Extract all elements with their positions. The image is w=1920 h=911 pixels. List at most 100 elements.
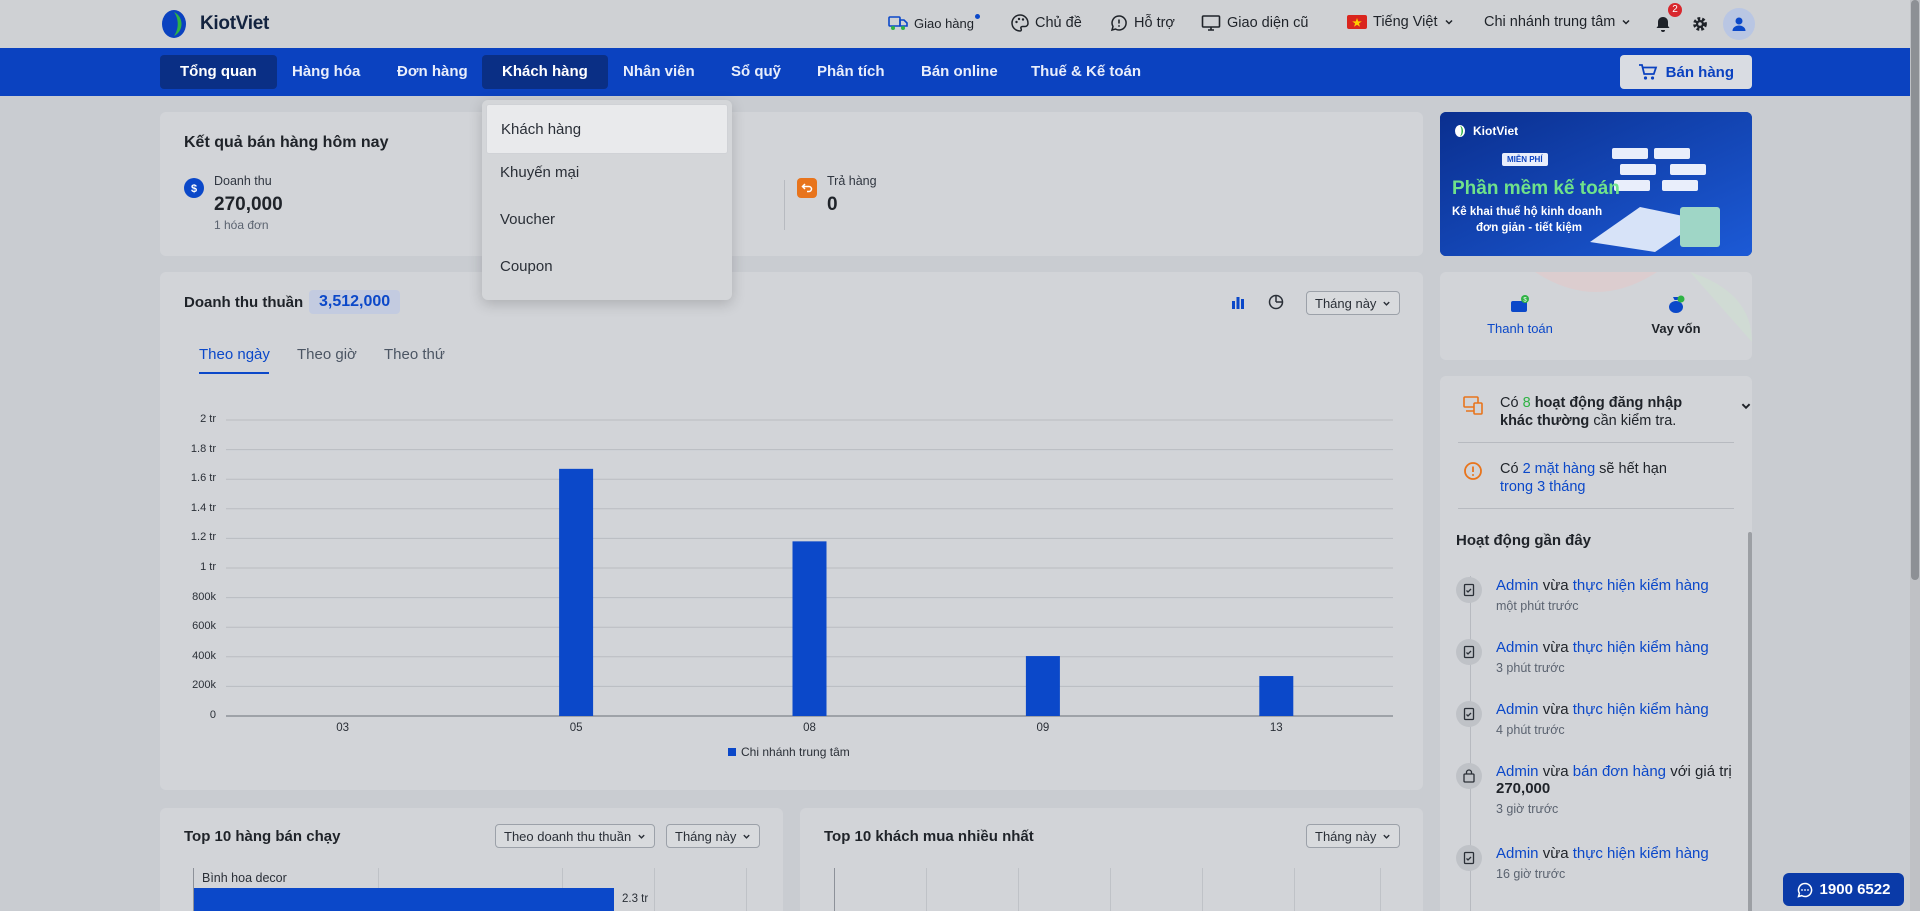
nav-staff[interactable]: Nhân viên [603, 55, 715, 89]
activity-action[interactable]: thực hiện kiểm hàng [1573, 639, 1709, 656]
revenue-invoice-count: 1 hóa đơn [214, 218, 269, 232]
net-revenue-card: Doanh thu thuần 3,512,000 Tháng này Theo… [160, 272, 1423, 790]
cart-icon [1638, 64, 1657, 80]
activity-user[interactable]: Admin [1496, 763, 1539, 780]
page-scrollbar-thumb[interactable] [1911, 0, 1919, 580]
kiotviet-logo-icon [160, 9, 194, 39]
activity-card: Có 8 hoạt động đăng nhập khác thường cần… [1440, 376, 1752, 911]
nav-overview[interactable]: Tổng quan [160, 55, 277, 89]
activity-verb: vừa [1542, 763, 1569, 780]
payment-action[interactable]: $ Thanh toán [1480, 294, 1560, 336]
bar-08[interactable] [792, 541, 827, 716]
activity-user[interactable]: Admin [1496, 845, 1539, 862]
bar-13[interactable] [1259, 676, 1294, 716]
sell-button[interactable]: Bán hàng [1619, 55, 1752, 89]
expiry-alert-text: Có 2 mặt hàng sẽ hết hạn trong 3 tháng [1500, 460, 1730, 496]
nav-tax-accounting[interactable]: Thuế & Kế toán [1011, 55, 1161, 89]
language-label: Tiếng Việt [1373, 14, 1438, 30]
grid-line [1110, 868, 1111, 911]
support-label: Hỗ trợ [1134, 15, 1175, 31]
nav-analytics[interactable]: Phân tích [797, 55, 905, 89]
notification-button[interactable]: 2 [1647, 3, 1682, 40]
activity-action[interactable]: bán đơn hàng [1573, 763, 1666, 780]
palette-icon [1011, 14, 1029, 32]
expiry-period-link[interactable]: trong 3 tháng [1500, 479, 1585, 495]
grid-line [1294, 868, 1295, 911]
new-dot [975, 13, 980, 19]
y-tick-label: 1.8 tr [190, 442, 216, 455]
brand-logo[interactable]: KiotViet [160, 9, 269, 39]
money-bag-icon [1669, 295, 1685, 313]
activity-action[interactable]: thực hiện kiểm hàng [1573, 577, 1709, 594]
menu-item-customers[interactable]: Khách hàng [486, 104, 728, 154]
activity-item[interactable]: Admin vừa thực hiện kiểm hàng 3 phút trướ… [1456, 639, 1736, 675]
bar-09[interactable] [1025, 656, 1060, 716]
menu-item-promotions[interactable]: Khuyến mại [482, 148, 732, 198]
activity-action[interactable]: thực hiện kiểm hàng [1573, 845, 1709, 862]
activity-user[interactable]: Admin [1496, 701, 1539, 718]
activity-action[interactable]: thực hiện kiểm hàng [1573, 701, 1709, 718]
today-title: Kết quả bán hàng hôm nay [184, 134, 389, 151]
loan-label: Vay vốn [1651, 321, 1701, 336]
language-select[interactable]: Tiếng Việt [1347, 14, 1454, 30]
activity-item[interactable]: Admin vừa thực hiện kiểm hàng 4 phút trướ… [1456, 701, 1736, 737]
today-results-card: Kết quả bán hàng hôm nay $ Doanh thu 270… [160, 112, 1423, 256]
activity-time: 3 phút trước [1496, 661, 1565, 675]
activity-item[interactable]: Admin vừa bán đơn hàng với giá trị 270,00… [1456, 763, 1736, 816]
x-tick-label: 03 [336, 722, 350, 734]
expiry-alert[interactable]: Có 2 mặt hàng sẽ hết hạn trong 3 tháng [1462, 460, 1732, 496]
recent-activity-title: Hoạt động gần đây [1456, 532, 1591, 549]
settings-button[interactable] [1684, 8, 1716, 40]
checklist-icon [1456, 845, 1482, 871]
user-icon [1732, 17, 1746, 31]
hotline-button[interactable]: 1900 6522 [1783, 873, 1904, 906]
y-tick-label: 600k [192, 620, 216, 633]
nav-products[interactable]: Hàng hóa [272, 55, 380, 89]
login-alert[interactable]: Có 8 hoạt động đăng nhập khác thường cần… [1462, 394, 1751, 430]
nav-orders[interactable]: Đơn hàng [377, 55, 488, 89]
return-label: Trả hàng [827, 174, 877, 188]
chevron-down-icon [638, 834, 645, 839]
top-products-sort-select[interactable]: Theo doanh thu thuần [495, 824, 656, 848]
shopping-bag-icon [1456, 763, 1482, 789]
vietnam-flag-icon [1347, 15, 1367, 29]
nav-cashbook[interactable]: Sổ quỹ [711, 55, 801, 89]
menu-item-coupon[interactable]: Coupon [482, 242, 732, 292]
expiry-text-mid: sẽ hết hạn [1599, 461, 1667, 477]
loan-action[interactable]: Vay vốn [1636, 294, 1716, 336]
grid-line [926, 868, 927, 911]
user-avatar[interactable] [1723, 8, 1755, 40]
dollar-icon: $ [184, 178, 204, 198]
checklist-icon [1456, 639, 1482, 665]
activity-user[interactable]: Admin [1496, 639, 1539, 656]
y-tick-label: 1.2 tr [190, 531, 216, 544]
return-value: 0 [827, 194, 838, 215]
chevron-down-icon[interactable] [1740, 400, 1752, 412]
old-ui-link[interactable]: Giao diện cũ [1201, 14, 1308, 32]
period-label: Tháng này [675, 828, 737, 844]
page-scrollbar[interactable] [1910, 0, 1920, 911]
top-customers-title: Top 10 khách mua nhiều nhất [824, 828, 1034, 845]
bar-05[interactable] [559, 468, 594, 716]
activity-scrollbar[interactable] [1748, 532, 1752, 911]
alert-count: 8 [1522, 395, 1531, 411]
top-products-period-select[interactable]: Tháng này [666, 824, 761, 848]
activity-item[interactable]: Admin vừa thực hiện kiểm hàng một phút tr… [1456, 577, 1736, 613]
activity-item[interactable]: Admin vừa thực hiện kiểm hàng 16 giờ trướ… [1456, 845, 1736, 881]
delivery-link[interactable]: Giao hàng [888, 13, 980, 32]
net-revenue-bar-chart [226, 419, 1393, 717]
branch-select[interactable]: Chi nhánh trung tâm [1484, 14, 1631, 30]
support-link[interactable]: Hỗ trợ [1110, 14, 1175, 32]
theme-link[interactable]: Chủ đề [1011, 14, 1082, 32]
checklist-icon [1456, 701, 1482, 727]
promo-banner[interactable]: KiotViet MIỄN PHÍ Phần mềm kế toán Kê kh… [1440, 112, 1752, 256]
nav-online-sales[interactable]: Bán online [901, 55, 1018, 89]
top-customers-period-select[interactable]: Tháng này [1306, 824, 1401, 848]
expiry-items-link[interactable]: 2 mặt hàng [1523, 461, 1596, 477]
menu-item-voucher[interactable]: Voucher [482, 195, 732, 245]
x-tick-label: 05 [569, 722, 583, 734]
y-tick-label: 0 [209, 709, 216, 721]
nav-customers[interactable]: Khách hàng [482, 55, 608, 89]
divider [784, 180, 785, 230]
activity-user[interactable]: Admin [1496, 577, 1539, 594]
